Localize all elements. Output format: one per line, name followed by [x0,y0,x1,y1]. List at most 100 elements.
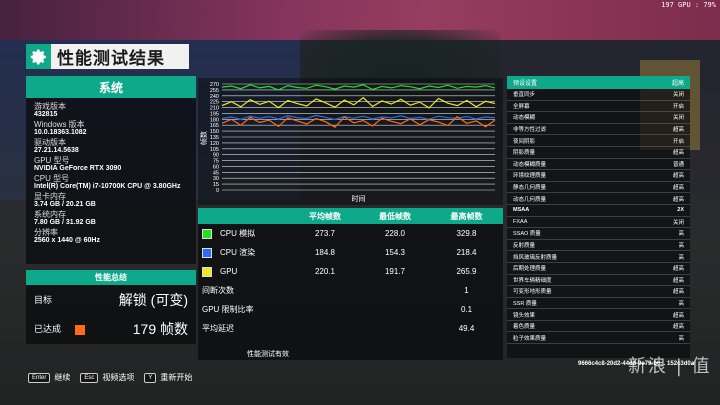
series-swatch [202,228,212,239]
preset-row: 垂直同步 关闭 [507,89,690,101]
preset-row: MSAA 2X [507,205,690,217]
preset-value: 关闭 [672,92,684,99]
system-header: 系统 [26,76,196,98]
preset-key: 动态模糊 [513,115,536,122]
system-item: 驱动版本 27.21.14.5638 [34,138,188,155]
system-item-label: CPU 型号 [34,174,70,183]
system-item-value: 432815 [34,111,58,118]
reached-value: 179 帧数 [132,320,188,337]
results-panel: 平均帧数 最低帧数 最高帧数 CPU 模拟 273.7 228.0 329.8 C… [198,208,503,360]
chart-xlabel: 时间 [352,194,366,203]
hint-esc[interactable]: Esc 视频选项 [80,372,134,383]
gpu-limit-value: 0.1 [460,305,473,314]
system-item: 系统内存 7.80 GB / 31.92 GB [34,210,188,227]
preset-row: 非等方性过滤 超高 [507,124,690,136]
preset-row: SSR 质量 高 [507,298,690,310]
hint-y[interactable]: Y 重新开始 [144,372,192,383]
preset-value: 超高 [672,150,684,157]
system-item-value: NVIDIA GeForce RTX 3090 [34,165,122,172]
preset-key: 环境纹理质量 [513,173,547,180]
preset-value: 关闭 [672,219,684,226]
gpu-limit-label: GPU 限制比率 [202,305,254,314]
results-header: 平均帧数 最低帧数 最高帧数 [198,208,503,224]
goal-label: 目标 [34,295,53,305]
preset-key: 动态模糊质量 [513,161,547,168]
preset-value: 高 [678,243,684,250]
preset-key: 阴影质量 [513,150,536,157]
preset-key: 夜间阴影 [513,138,536,145]
benchmark-valid-text: 性能测试有效 [247,351,289,358]
results-max: 218.4 [456,248,477,257]
system-item-label: 游戏版本 [34,102,66,111]
reached-color-swatch [75,324,86,335]
latency-row: 平均延迟 49.4 [198,319,503,338]
header-avg: 平均帧数 [309,211,341,221]
key-icon: Y [144,372,157,383]
goal-value: 解锁 (可变) [118,291,188,308]
preset-key: 垂直同步 [513,92,536,99]
summary-panel: 性能总结 目标 解锁 (可变) 已达成 179 帧数 [26,270,196,344]
results-max: 329.8 [456,229,477,238]
chart-ylabel: 帧数 [199,131,208,145]
results-avg: 184.8 [314,248,336,257]
preset-value: 高 [678,231,684,238]
system-item-value: 3.74 GB / 20.21 GB [34,201,96,208]
series-swatch [202,266,212,277]
system-item-label: Windows 版本 [34,120,85,129]
preset-row: 静态几何质量 超高 [507,182,690,194]
preset-row: 反射质量 高 [507,240,690,252]
preset-key: 静态几何质量 [513,185,547,192]
preset-row: 镜头效果 超高 [507,309,690,321]
system-item-label: 驱动版本 [34,138,66,147]
results-row: CPU 模拟 273.7 228.0 329.8 [198,224,503,243]
chart-series-line [221,84,496,91]
system-item: Windows 版本 10.0.18363.1082 [34,120,188,137]
stutter-label: 间断次数 [202,286,234,295]
preset-key: 后期处理质量 [513,266,547,273]
results-row-label: CPU 渲染 [220,248,256,257]
header-min: 最低帧数 [379,211,411,221]
preset-key: SSR 质量 [513,300,537,307]
reached-row: 已达成 179 帧数 [26,314,196,343]
preset-value: 高 [678,300,684,307]
preset-key: 镜头效果 [513,312,536,319]
preset-row: 世界车辆精细度 超高 [507,275,690,287]
system-item: 显卡内存 3.74 GB / 20.21 GB [34,192,188,209]
hint-enter[interactable]: Enter 继续 [28,372,70,383]
button-hints: Enter 继续 Esc 视频选项 Y 重新开始 [28,372,202,383]
header-max: 最高帧数 [450,211,483,221]
stutter-value: 1 [464,286,469,295]
preset-key: 非等方性过滤 [513,127,547,134]
chart-ytick-label: 0 [216,188,219,194]
preset-row: 环境纹理质量 超高 [507,170,690,182]
fps-counter: 197 GPU : 79% [661,1,716,9]
preset-key: 动态几何质量 [513,196,547,203]
preset-key: FXAA [513,218,528,225]
preset-key: MSAA [513,207,530,214]
results-avg: 273.7 [314,229,336,238]
gpu-limit-row: GPU 限制比率 0.1 [198,300,503,319]
results-row-label: CPU 模拟 [220,229,256,238]
results-max: 265.9 [456,267,477,276]
preset-value: 2X [677,207,684,214]
series-swatch [202,247,212,258]
reached-label: 已达成 [34,324,62,334]
preset-key: 反射质量 [513,243,536,250]
chart-series-line [221,114,496,120]
system-panel: 系统 游戏版本 432815 Windows 版本 10.0.18363.1082… [26,76,196,264]
system-item: 游戏版本 432815 [34,102,188,119]
results-avg: 220.1 [314,267,336,276]
chart-series-line [221,96,496,109]
preset-row: 着色质量 超高 [507,321,690,333]
preset-row: 粒子效果质量 高 [507,332,690,345]
system-item: GPU 型号 NVIDIA GeForce RTX 3090 [34,156,188,173]
hint-label: 视频选项 [102,373,135,382]
preset-row: 阴影质量 超高 [507,147,690,159]
preset-key: 可变形地形质量 [513,289,552,296]
watermark: 新浪 | 值 [628,356,712,377]
preset-value: 超高 [672,277,684,284]
preset-panel: 预设设置 超高 垂直同步 关闭 全屏幕 开启 动态模糊 关闭 非等方性过滤 超高 夜间阴… [507,76,690,358]
results-row: GPU 220.1 191.7 265.9 [198,262,503,281]
preset-row: 可变形地形质量 超高 [507,286,690,298]
system-item-value: 27.21.14.5638 [34,147,79,154]
